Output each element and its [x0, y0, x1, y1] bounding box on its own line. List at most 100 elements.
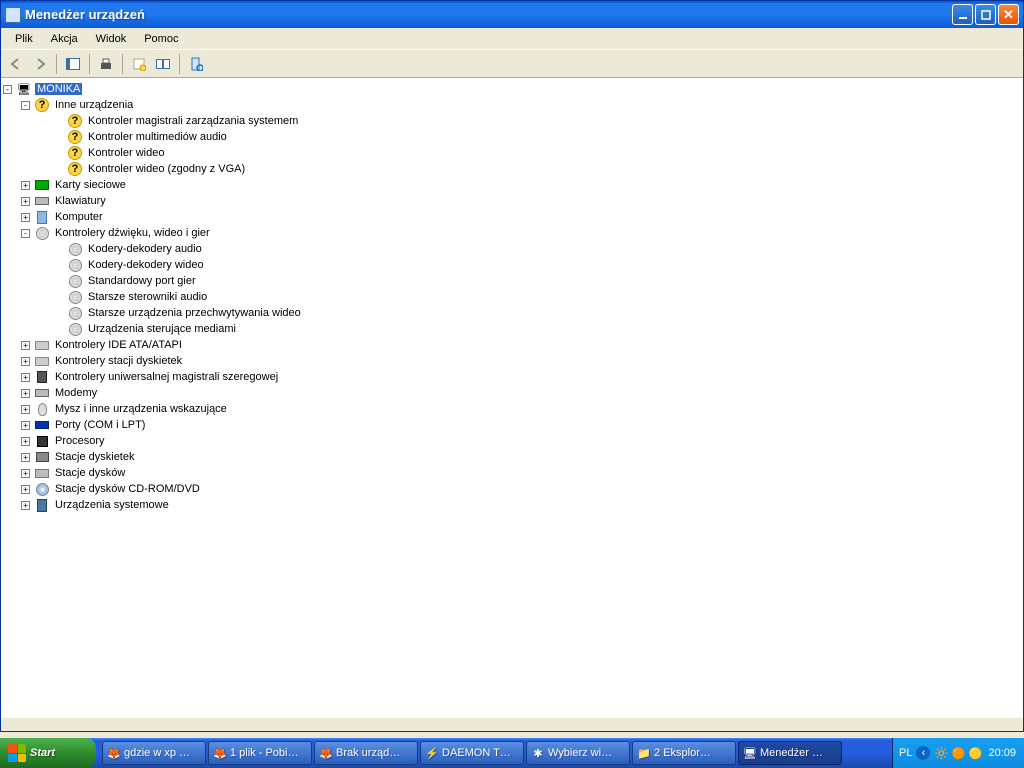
taskbar-item[interactable]: 📁2 Eksplor… [632, 741, 736, 765]
expander-icon[interactable]: + [21, 357, 30, 366]
taskbar-item[interactable]: 🦊1 plik - Pobi… [208, 741, 312, 765]
expander-icon[interactable]: + [21, 437, 30, 446]
taskbar-item[interactable]: 🦊gdzie w xp … [102, 741, 206, 765]
menu-file[interactable]: Plik [7, 31, 41, 47]
category-label[interactable]: Klawiatury [53, 195, 108, 207]
expander-icon[interactable]: + [21, 389, 30, 398]
titlebar[interactable]: Menedżer urządzeń ✕ [1, 1, 1023, 28]
device-item[interactable]: Starsze sterowniki audio [13, 289, 1023, 305]
category-keyboards[interactable]: + Klawiatury [3, 193, 1023, 209]
start-button[interactable]: Start [0, 738, 96, 768]
system-tray[interactable]: PL ‹ 🔆 🟠 🟡 20:09 [892, 738, 1024, 768]
device-label[interactable]: Urządzenia sterujące mediami [86, 323, 238, 335]
category-sound-video-game[interactable]: - Kontrolery dźwięku, wideo i gier [3, 225, 1023, 241]
expander-icon[interactable]: + [21, 405, 30, 414]
taskbar-item[interactable]: ⚡DAEMON T… [420, 741, 524, 765]
category-label[interactable]: Kontrolery IDE ATA/ATAPI [53, 339, 184, 351]
language-indicator[interactable]: PL [899, 747, 912, 759]
expander-icon[interactable]: + [21, 341, 30, 350]
category-label[interactable]: Kontrolery uniwersalnej magistrali szere… [53, 371, 280, 383]
category-system-devices[interactable]: + Urządzenia systemowe [3, 497, 1023, 513]
category-ide-controllers[interactable]: + Kontrolery IDE ATA/ATAPI [3, 337, 1023, 353]
device-item[interactable]: Kontroler multimediów audio [13, 129, 1023, 145]
device-item[interactable]: Kodery-dekodery audio [13, 241, 1023, 257]
category-label[interactable]: Inne urządzenia [53, 99, 135, 111]
device-label[interactable]: Kontroler wideo [86, 147, 166, 159]
minimize-button[interactable] [952, 4, 973, 25]
menu-view[interactable]: Widok [88, 31, 135, 47]
expander-icon[interactable]: + [21, 181, 30, 190]
category-label[interactable]: Karty sieciowe [53, 179, 128, 191]
device-label[interactable]: Kontroler multimediów audio [86, 131, 229, 143]
tray-expand-icon[interactable]: ‹ [916, 746, 930, 760]
view-mode-button[interactable] [62, 53, 84, 75]
category-network-adapters[interactable]: + Karty sieciowe [3, 177, 1023, 193]
device-label[interactable]: Starsze urządzenia przechwytywania wideo [86, 307, 303, 319]
taskbar-item-active[interactable]: 🖥Menedżer … [738, 741, 842, 765]
category-label[interactable]: Stacje dyskietek [53, 451, 136, 463]
category-usb-controllers[interactable]: + Kontrolery uniwersalnej magistrali szer… [3, 369, 1023, 385]
device-item[interactable]: Urządzenia sterujące mediami [13, 321, 1023, 337]
category-processors[interactable]: + Procesory [3, 433, 1023, 449]
clock[interactable]: 20:09 [988, 747, 1016, 759]
category-label[interactable]: Mysz i inne urządzenia wskazujące [53, 403, 229, 415]
category-ports[interactable]: + Porty (COM i LPT) [3, 417, 1023, 433]
print-button[interactable] [95, 53, 117, 75]
menu-action[interactable]: Akcja [43, 31, 86, 47]
device-label[interactable]: Kodery-dekodery audio [86, 243, 204, 255]
device-item[interactable]: Starsze urządzenia przechwytywania wideo [13, 305, 1023, 321]
expander-icon[interactable]: - [21, 229, 30, 238]
expander-icon[interactable]: + [21, 373, 30, 382]
category-label[interactable]: Urządzenia systemowe [53, 499, 171, 511]
expander-icon[interactable]: - [3, 85, 12, 94]
menu-help[interactable]: Pomoc [136, 31, 186, 47]
tray-icon[interactable]: 🔆 [934, 746, 948, 760]
device-item[interactable]: Kontroler wideo [13, 145, 1023, 161]
device-label[interactable]: Kontroler wideo (zgodny z VGA) [86, 163, 247, 175]
expander-icon[interactable]: - [21, 101, 30, 110]
device-label[interactable]: Starsze sterowniki audio [86, 291, 209, 303]
device-label[interactable]: Kontroler magistrali zarządzania systeme… [86, 115, 300, 127]
category-label[interactable]: Modemy [53, 387, 99, 399]
properties-button[interactable] [128, 53, 150, 75]
category-cdrom-drives[interactable]: + Stacje dysków CD-ROM/DVD [3, 481, 1023, 497]
show-hidden-button[interactable] [152, 53, 174, 75]
expander-icon[interactable]: + [21, 469, 30, 478]
category-modems[interactable]: + Modemy [3, 385, 1023, 401]
close-button[interactable]: ✕ [998, 4, 1019, 25]
category-label[interactable]: Kontrolery dźwięku, wideo i gier [53, 227, 212, 239]
expander-icon[interactable]: + [21, 485, 30, 494]
taskbar-item[interactable]: 🦊Brak urząd… [314, 741, 418, 765]
expander-icon[interactable]: + [21, 453, 30, 462]
expander-icon[interactable]: + [21, 501, 30, 510]
expander-icon[interactable]: + [21, 213, 30, 222]
category-floppy-drives[interactable]: + Stacje dyskietek [3, 449, 1023, 465]
category-label[interactable]: Porty (COM i LPT) [53, 419, 147, 431]
device-tree[interactable]: - MONIKA - Inne urządzenia Kontroler mag… [1, 78, 1023, 717]
tree-root[interactable]: - MONIKA [3, 81, 1023, 97]
category-label[interactable]: Stacje dysków CD-ROM/DVD [53, 483, 202, 495]
device-label[interactable]: Kodery-dekodery wideo [86, 259, 206, 271]
category-label[interactable]: Kontrolery stacji dyskietek [53, 355, 184, 367]
tray-icon[interactable]: 🟠 [951, 746, 965, 760]
device-label[interactable]: Standardowy port gier [86, 275, 198, 287]
category-disk-drives[interactable]: + Stacje dysków [3, 465, 1023, 481]
scan-hardware-button[interactable] [185, 53, 207, 75]
device-item[interactable]: Kontroler magistrali zarządzania systeme… [13, 113, 1023, 129]
category-mice[interactable]: + Mysz i inne urządzenia wskazujące [3, 401, 1023, 417]
device-item[interactable]: Kodery-dekodery wideo [13, 257, 1023, 273]
category-label[interactable]: Procesory [53, 435, 107, 447]
category-label[interactable]: Komputer [53, 211, 105, 223]
device-item[interactable]: Kontroler wideo (zgodny z VGA) [13, 161, 1023, 177]
taskbar-item[interactable]: ✱Wybierz wi… [526, 741, 630, 765]
category-computer[interactable]: + Komputer [3, 209, 1023, 225]
root-label[interactable]: MONIKA [35, 83, 82, 95]
device-item[interactable]: Standardowy port gier [13, 273, 1023, 289]
category-other-devices[interactable]: - Inne urządzenia [3, 97, 1023, 113]
expander-icon[interactable]: + [21, 421, 30, 430]
maximize-button[interactable] [975, 4, 996, 25]
category-label[interactable]: Stacje dysków [53, 467, 127, 479]
tray-icon[interactable]: 🟡 [968, 746, 982, 760]
expander-icon[interactable]: + [21, 197, 30, 206]
category-floppy-controllers[interactable]: + Kontrolery stacji dyskietek [3, 353, 1023, 369]
